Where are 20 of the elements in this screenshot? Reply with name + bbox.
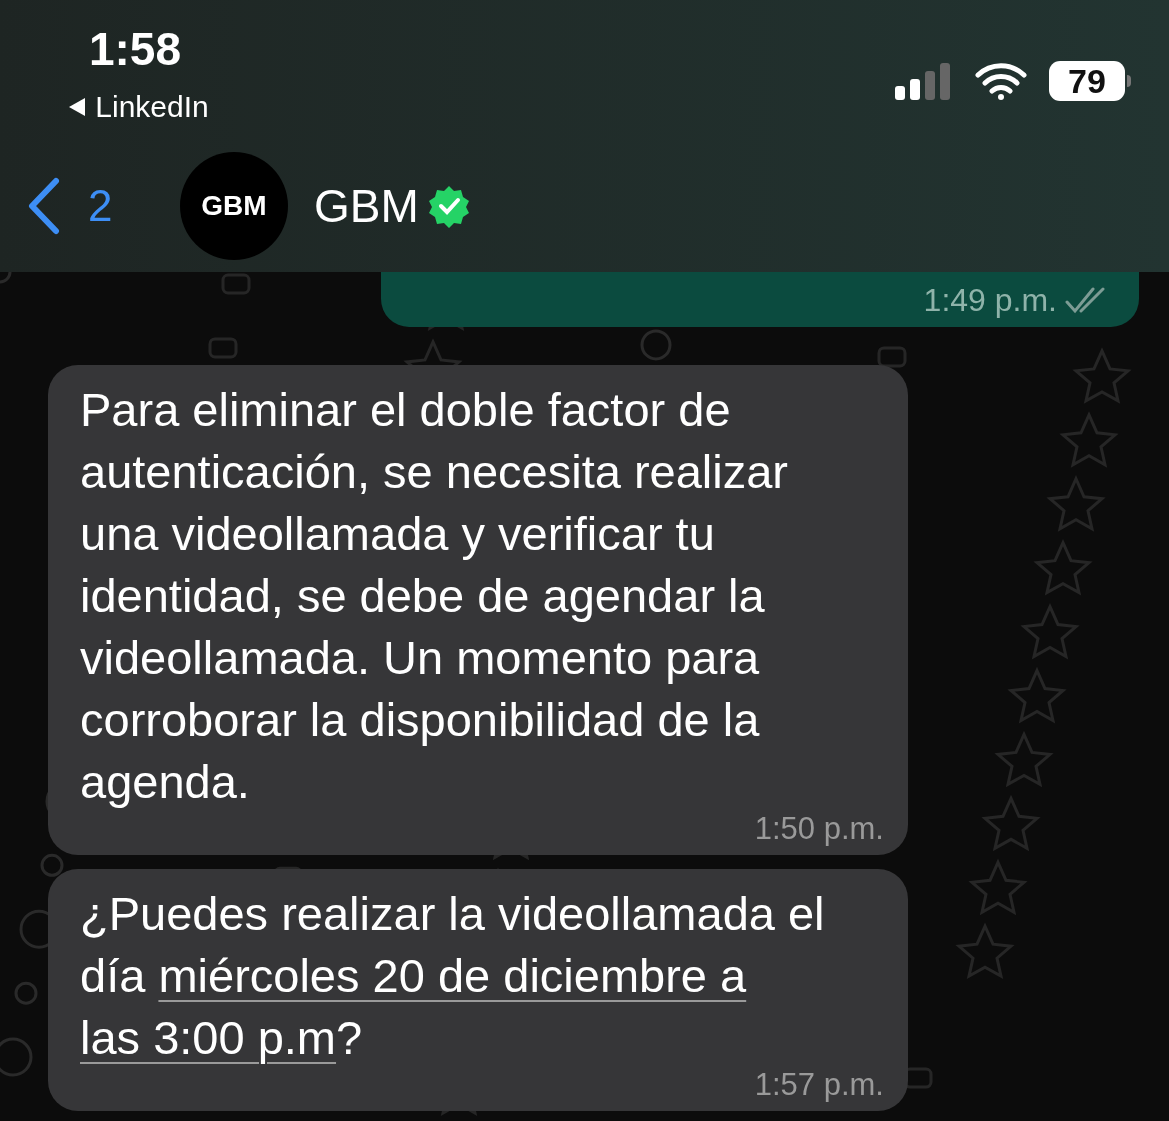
date-link[interactable]: las 3:00 p.m [80,1007,337,1069]
sent-message-bubble[interactable]: 1:49 p.m. [381,272,1139,327]
message-text: ¿Puedes realizar la videollamada el día miércoles 20 de diciembre a las 3:00 p.m? [80,883,850,1069]
clock-time: 1:58 [88,26,182,72]
contact-name[interactable]: GBM [314,171,419,241]
contact-avatar[interactable]: GBM [180,152,288,260]
signal-bars-icon [895,62,953,100]
back-app-link[interactable]: LinkedIn [95,84,209,129]
message-time: 1:57 p.m. [754,1069,884,1101]
date-link[interactable]: miércoles 20 de diciembre a [158,945,747,1007]
back-triangle-icon[interactable] [67,95,88,118]
message-time: 1:50 p.m. [754,813,884,845]
unread-count[interactable]: 2 [88,173,180,239]
received-message-bubble[interactable] [48,365,908,855]
battery-indicator: 79 [1049,61,1125,101]
message-time: 1:49 p.m. [923,280,1057,320]
wifi-icon [975,62,1027,100]
received-message-bubble[interactable]: ¿Puedes realizar la videollamada el día miércoles 20 de diciembre a las 3:00 p.m? 1:57 p.m. [48,869,908,1111]
back-chevron-icon[interactable] [26,177,62,235]
message-text: Para eliminar el doble factor de autenticación, se necesita realizar una videollamada y verificar tu identidad, se debe de agendar la videollamada. Un momento para corroborar la disponibilidad de la agenda. [80,382,789,810]
